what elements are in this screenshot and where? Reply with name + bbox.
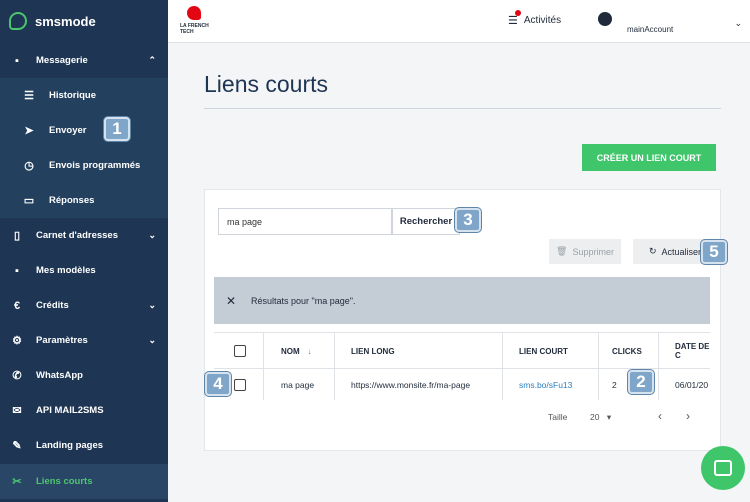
- refresh-icon: ↻: [648, 246, 657, 256]
- euro-icon: €: [13, 299, 21, 312]
- table-col-divider: [598, 333, 599, 400]
- sidebar-item-liens-courts[interactable]: ✂ Liens courts: [0, 464, 168, 499]
- gear-icon: ⚙: [12, 335, 22, 347]
- page-size-label: Taille: [548, 412, 568, 422]
- account-icon[interactable]: [598, 12, 612, 26]
- list-icon: ☰: [24, 90, 34, 102]
- header-lien-long: LIEN LONG: [351, 346, 395, 356]
- activities-icon: ☰: [508, 10, 521, 27]
- annotation-badge-3: 3: [455, 208, 481, 232]
- header-date: DATE DE C: [675, 342, 710, 360]
- sidebar-item-whatsapp[interactable]: ✆ WhatsApp: [0, 358, 168, 393]
- chevron-down-icon: ⌄: [148, 230, 156, 240]
- header-clicks: CLICKS: [612, 346, 642, 356]
- sidebar-item-mail2sms[interactable]: ✉ API MAIL2SMS: [0, 393, 168, 428]
- cell-date: 06/01/20: [675, 380, 709, 390]
- brand-name: smsmode: [35, 13, 96, 29]
- sidebar-item-credits[interactable]: € Crédits ⌄: [0, 288, 168, 323]
- rooster-icon: [187, 6, 201, 20]
- header-nom[interactable]: NOM ↓: [281, 333, 312, 369]
- mail-icon: ✉: [12, 405, 22, 417]
- select-all-checkbox[interactable]: [234, 333, 246, 369]
- smsmode-logo-icon: [9, 12, 27, 30]
- create-short-link-button[interactable]: CRÉER UN LIEN COURT: [582, 144, 716, 171]
- account-name[interactable]: mainAccount: [627, 25, 673, 34]
- table-col-divider: [334, 333, 335, 400]
- title-divider: [204, 108, 721, 109]
- search-results-banner: ✕ Résultats pour "ma page".: [214, 277, 710, 324]
- page-size-select[interactable]: 20 ▾: [590, 412, 611, 423]
- scissors-icon: ✂: [12, 476, 22, 488]
- french-tech-label: LA FRENCH TECH: [180, 23, 209, 35]
- header-lien-court: LIEN COURT: [519, 346, 568, 356]
- close-icon[interactable]: ✕: [226, 294, 236, 308]
- sidebar-item-envois-programmes[interactable]: ◷ Envois programmés: [0, 148, 168, 183]
- sidebar-item-historique[interactable]: ☰ Historique: [0, 78, 168, 113]
- page-title: Liens courts: [204, 71, 329, 97]
- phone-icon: ✆: [12, 370, 22, 382]
- sidebar: smsmode ▪ Messagerie ⌃ ☰ Historique ➤ En…: [0, 0, 168, 502]
- annotation-badge-1: 1: [104, 117, 130, 141]
- annotation-badge-2: 2: [628, 370, 654, 394]
- annotation-badge-4: 4: [205, 372, 231, 396]
- table-col-divider: [263, 333, 264, 400]
- top-header: LA FRENCH TECH ☰ Activités mainAccount ⌄: [168, 0, 750, 43]
- search-button[interactable]: Rechercher: [392, 208, 460, 235]
- inbox-icon: ▭: [23, 195, 35, 207]
- sidebar-item-modeles[interactable]: ▪ Mes modèles: [0, 253, 168, 288]
- results-text: Résultats pour "ma page".: [251, 295, 356, 306]
- annotation-badge-5: 5: [701, 240, 727, 264]
- table-col-divider: [658, 333, 659, 400]
- chat-icon: [714, 460, 732, 476]
- chat-launcher-button[interactable]: [701, 446, 745, 490]
- send-icon: ➤: [24, 125, 34, 137]
- chevron-down-icon: ⌄: [148, 300, 156, 310]
- table-col-divider: [502, 333, 503, 400]
- template-icon: ▪: [15, 264, 19, 277]
- cell-lien-long: https://www.monsite.fr/ma-page: [351, 380, 471, 390]
- caret-down-icon: ▾: [606, 412, 612, 422]
- prev-page-button[interactable]: ‹: [658, 409, 662, 423]
- sidebar-item-parametres[interactable]: ⚙ Paramètres ⌄: [0, 323, 168, 358]
- chevron-down-icon: ⌄: [148, 335, 156, 345]
- search-input[interactable]: ma page: [218, 208, 392, 235]
- sort-arrow-icon: ↓: [307, 346, 312, 356]
- chevron-up-icon: ⌃: [148, 55, 156, 65]
- next-page-button[interactable]: ›: [686, 409, 690, 423]
- notification-dot: [514, 10, 521, 16]
- sidebar-item-landing[interactable]: ✎ Landing pages: [0, 428, 168, 463]
- sidebar-item-reponses[interactable]: ▭ Réponses: [0, 183, 168, 218]
- cell-clicks: 2: [612, 380, 617, 390]
- clock-icon: ◷: [24, 160, 34, 172]
- cell-lien-court-link[interactable]: sms.bo/sFu13: [519, 369, 572, 400]
- row-checkbox[interactable]: [234, 369, 246, 400]
- chat-icon: ▪: [15, 54, 19, 67]
- sidebar-item-envoyer[interactable]: ➤ Envoyer: [0, 113, 168, 148]
- account-chevron-icon[interactable]: ⌄: [734, 18, 742, 29]
- sidebar-item-carnet[interactable]: ▯ Carnet d'adresses ⌄: [0, 218, 168, 253]
- trash-icon: 🗑: [556, 246, 568, 256]
- brand[interactable]: smsmode: [0, 0, 168, 42]
- activities-button[interactable]: ☰ Activités: [508, 10, 561, 27]
- sidebar-item-messagerie[interactable]: ▪ Messagerie ⌃: [0, 43, 168, 78]
- french-tech-logo: LA FRENCH TECH: [180, 6, 214, 38]
- cell-nom: ma page: [281, 380, 315, 390]
- delete-button[interactable]: 🗑 Supprimer: [549, 239, 621, 264]
- address-book-icon: ▯: [13, 230, 21, 242]
- pencil-icon: ✎: [12, 440, 22, 452]
